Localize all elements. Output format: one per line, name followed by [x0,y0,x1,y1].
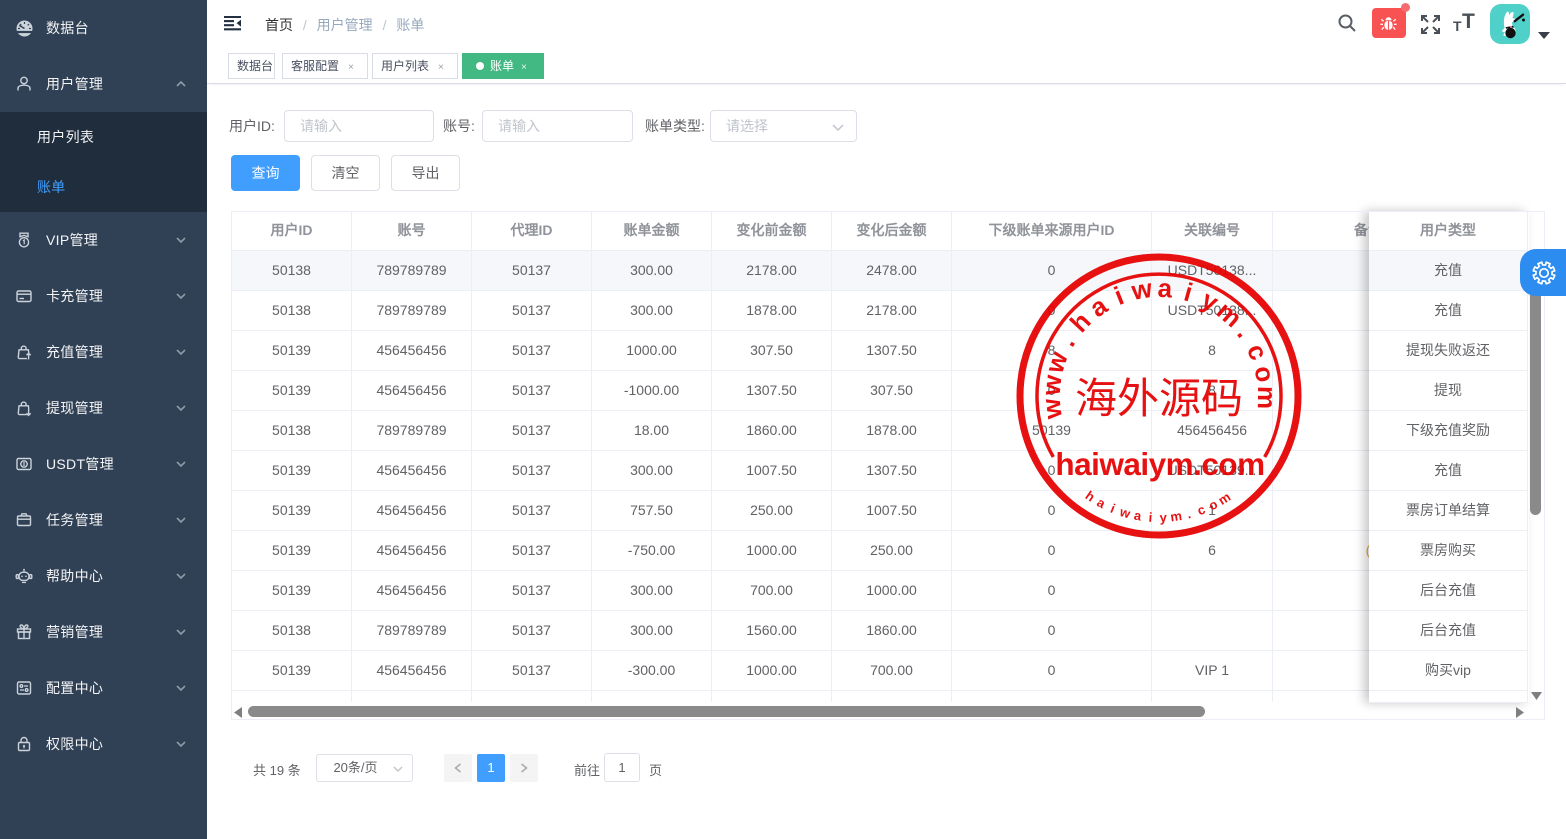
svg-text:w: w [1036,396,1068,421]
svg-text:.: . [1185,506,1192,521]
svg-text:m: m [1215,489,1233,508]
svg-text:a: a [1133,508,1144,524]
svg-text:a: a [1157,273,1174,304]
svg-text:i: i [1148,510,1153,525]
svg-text:海外源码: 海外源码 [1075,375,1243,422]
svg-text:i: i [1108,501,1117,516]
svg-text:w: w [1117,504,1133,522]
svg-text:o: o [1248,363,1281,385]
svg-text:i: i [1110,280,1128,311]
svg-text:haiwaiym.com: haiwaiym.com [1055,446,1264,482]
svg-text:m: m [1169,508,1183,524]
svg-text:a: a [1084,290,1113,323]
svg-text:w: w [1039,347,1074,377]
svg-text:c: c [1241,339,1274,364]
svg-text:a: a [1094,495,1108,512]
svg-text:h: h [1083,488,1098,505]
svg-text:w: w [1036,373,1068,398]
svg-text:c: c [1195,502,1207,519]
svg-text:w: w [1128,273,1155,306]
svg-text:y: y [1159,510,1168,525]
svg-text:m: m [1252,386,1282,410]
svg-text:.: . [1051,330,1080,352]
svg-text:i: i [1181,277,1196,308]
